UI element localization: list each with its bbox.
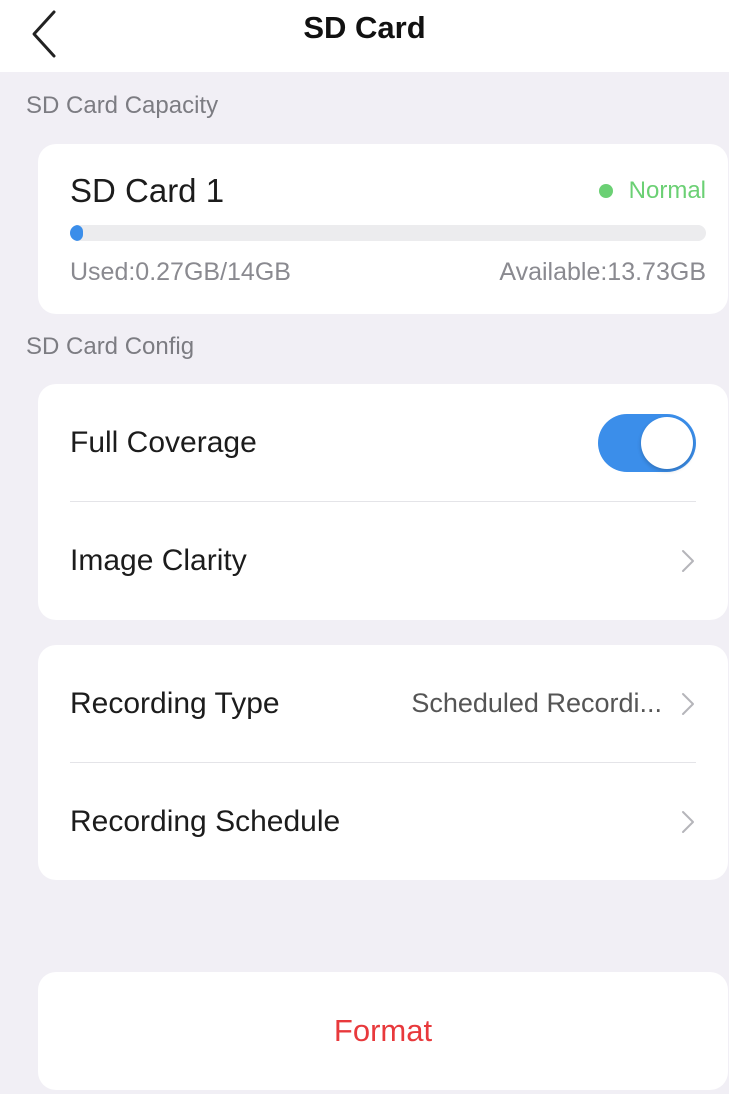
status-text: Normal <box>628 177 706 204</box>
page-title: SD Card <box>303 10 426 45</box>
format-button[interactable]: Format <box>38 972 728 1090</box>
available-capacity-text: Available:13.73GB <box>499 258 706 286</box>
format-label: Format <box>333 1013 433 1048</box>
full-coverage-toggle[interactable] <box>598 413 696 472</box>
sd-card-name: SD Card 1 <box>70 172 225 209</box>
status-dot-icon <box>598 184 613 198</box>
image-clarity-row[interactable]: Image Clarity <box>70 502 696 619</box>
image-clarity-label: Image Clarity <box>70 543 247 577</box>
chevron-right-icon <box>682 692 694 715</box>
sd-card-capacity-card: SD Card 1 Normal Used:0.27GB/14GB Availa… <box>38 144 728 314</box>
capacity-progress-bar <box>70 225 706 241</box>
status-indicator: Normal <box>598 177 706 205</box>
chevron-right-icon <box>682 549 694 572</box>
full-coverage-row: Full Coverage <box>70 384 696 501</box>
capacity-section-label: SD Card Capacity <box>26 92 219 119</box>
usage-row: Used:0.27GB/14GB Available:13.73GB <box>70 258 706 287</box>
recording-type-row[interactable]: Recording Type Scheduled Recordi... <box>70 645 696 762</box>
chevron-right-icon <box>682 810 694 833</box>
config-card-1: Full Coverage Image Clarity <box>38 384 728 620</box>
recording-schedule-row[interactable]: Recording Schedule <box>70 763 696 880</box>
top-bar: SD Card <box>0 0 729 72</box>
capacity-progress-fill <box>70 225 83 241</box>
recording-type-label: Recording Type <box>70 686 280 720</box>
full-coverage-label: Full Coverage <box>70 425 257 459</box>
toggle-knob <box>641 416 693 469</box>
config-card-2: Recording Type Scheduled Recordi... Reco… <box>38 645 728 880</box>
config-section-label: SD Card Config <box>26 333 195 360</box>
used-capacity-text: Used:0.27GB/14GB <box>70 258 291 286</box>
recording-schedule-label: Recording Schedule <box>70 804 341 838</box>
recording-type-value: Scheduled Recordi... <box>411 688 662 718</box>
